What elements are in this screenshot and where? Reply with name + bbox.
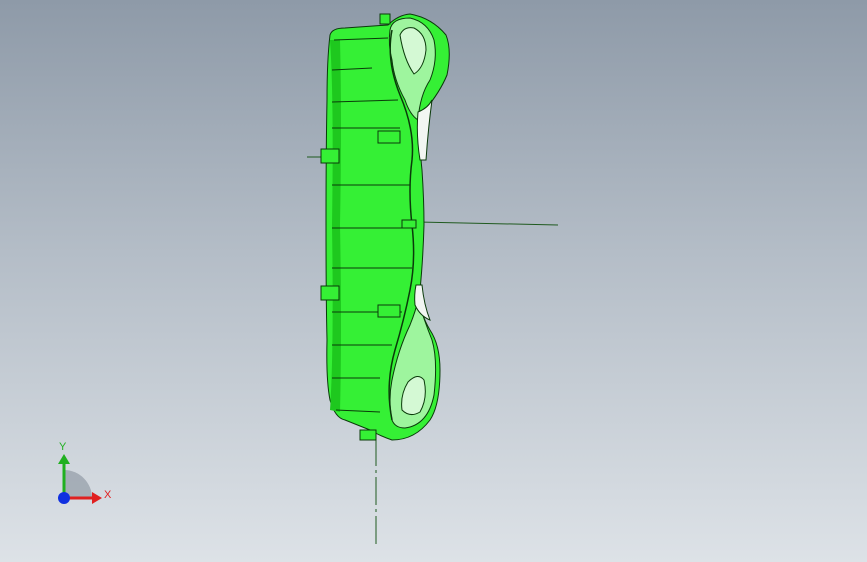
clip-bottom <box>359 429 377 441</box>
clip-left-upper <box>320 148 340 164</box>
green-shell-part[interactable] <box>325 13 450 441</box>
model-scene[interactable] <box>0 0 867 562</box>
graphics-viewport[interactable]: Y X <box>0 0 867 562</box>
coordinate-triad: Y X <box>58 441 112 504</box>
clip-mid-lower <box>377 304 401 318</box>
horizontal-axis-line <box>417 221 559 226</box>
clip-left-lower <box>320 285 340 301</box>
tab-right <box>401 219 417 229</box>
triad-y-label: Y <box>59 441 67 453</box>
triad-x-label: X <box>104 489 112 501</box>
z-axis-dot-icon <box>58 492 70 504</box>
clip-mid-upper <box>377 130 401 144</box>
clip-top <box>379 13 391 25</box>
